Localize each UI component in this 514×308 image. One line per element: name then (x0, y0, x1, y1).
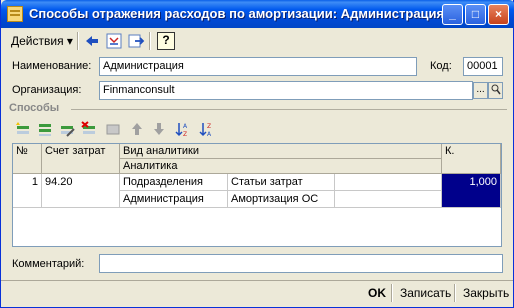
dialog-window: Способы отражения расходов по амортизаци… (0, 0, 514, 308)
analytics-type-cell[interactable]: Подразделения (120, 174, 228, 191)
end-edit-icon[interactable] (105, 121, 121, 137)
column-header-analytics[interactable]: Аналитика (120, 159, 442, 174)
analytics-type-cell[interactable] (335, 174, 442, 191)
methods-table[interactable]: № Счет затрат Вид аналитики Аналитика К.… (12, 143, 502, 247)
code-label: Код: (430, 60, 452, 72)
arrow-left-icon[interactable] (83, 32, 101, 50)
close-button[interactable]: Закрыть (458, 283, 514, 303)
comment-field[interactable] (99, 254, 503, 273)
delete-row-icon[interactable] (81, 121, 97, 137)
help-icon[interactable]: ? (157, 32, 175, 50)
toolbar-separator (77, 32, 79, 50)
name-label: Наименование: (12, 60, 92, 72)
move-up-icon[interactable] (129, 121, 145, 137)
code-field[interactable]: 00001 (463, 57, 503, 76)
sort-ascending-icon[interactable]: A Z (175, 121, 191, 137)
column-header-coefficient[interactable]: К. (442, 144, 501, 174)
refresh-icon[interactable] (105, 32, 123, 50)
close-window-button[interactable]: × (488, 4, 509, 25)
search-icon[interactable] (488, 82, 503, 99)
goto-icon[interactable] (127, 32, 145, 50)
title-bar[interactable]: Способы отражения расходов по амортизаци… (1, 0, 514, 28)
section-title: Способы (9, 102, 60, 114)
bottom-divider (1, 280, 513, 281)
svg-text:Z: Z (207, 123, 211, 130)
move-down-icon[interactable] (151, 121, 167, 137)
button-separator (454, 284, 456, 302)
column-header-account[interactable]: Счет затрат (42, 144, 120, 174)
organization-label: Организация: (12, 84, 82, 96)
actions-menu[interactable]: Действия ▾ (7, 31, 77, 51)
coefficient-cell[interactable]: 1,000 (442, 174, 501, 208)
column-header-number[interactable]: № (13, 144, 42, 174)
toolbar-separator (149, 32, 151, 50)
name-field[interactable]: Администрация (99, 57, 417, 76)
ok-button[interactable]: OK (363, 283, 391, 303)
button-separator (391, 284, 393, 302)
save-button[interactable]: Записать (395, 283, 456, 303)
sort-descending-icon[interactable]: Z A (199, 121, 215, 137)
analytics-value-cell[interactable]: Амортизация ОС (228, 191, 335, 208)
minimize-button[interactable]: _ (442, 4, 463, 25)
analytics-value-cell[interactable]: Администрация (120, 191, 228, 208)
row-number: 1 (13, 174, 42, 208)
account-cell[interactable]: 94.20 (42, 174, 120, 208)
column-header-analytics-type[interactable]: Вид аналитики (120, 144, 442, 159)
organization-field[interactable]: Finmanconsult (99, 81, 473, 100)
document-icon (7, 6, 23, 22)
svg-text:Z: Z (183, 131, 187, 137)
select-button[interactable]: ... (473, 82, 488, 99)
menu-toolbar: Действия ▾ ? (5, 29, 511, 53)
svg-text:A: A (183, 123, 188, 130)
window-title: Способы отражения расходов по амортизаци… (29, 6, 445, 21)
section-divider (71, 109, 507, 110)
actions-menu-label: Действия (11, 34, 64, 48)
edit-row-icon[interactable] (59, 121, 75, 137)
maximize-button[interactable]: □ (465, 4, 486, 25)
copy-row-icon[interactable] (37, 121, 53, 137)
analytics-value-cell[interactable] (335, 191, 442, 208)
comment-label: Комментарий: (12, 258, 85, 270)
analytics-type-cell[interactable]: Статьи затрат (228, 174, 335, 191)
add-row-icon[interactable] (15, 121, 31, 137)
chevron-down-icon: ▾ (66, 34, 73, 48)
svg-text:A: A (207, 131, 212, 137)
